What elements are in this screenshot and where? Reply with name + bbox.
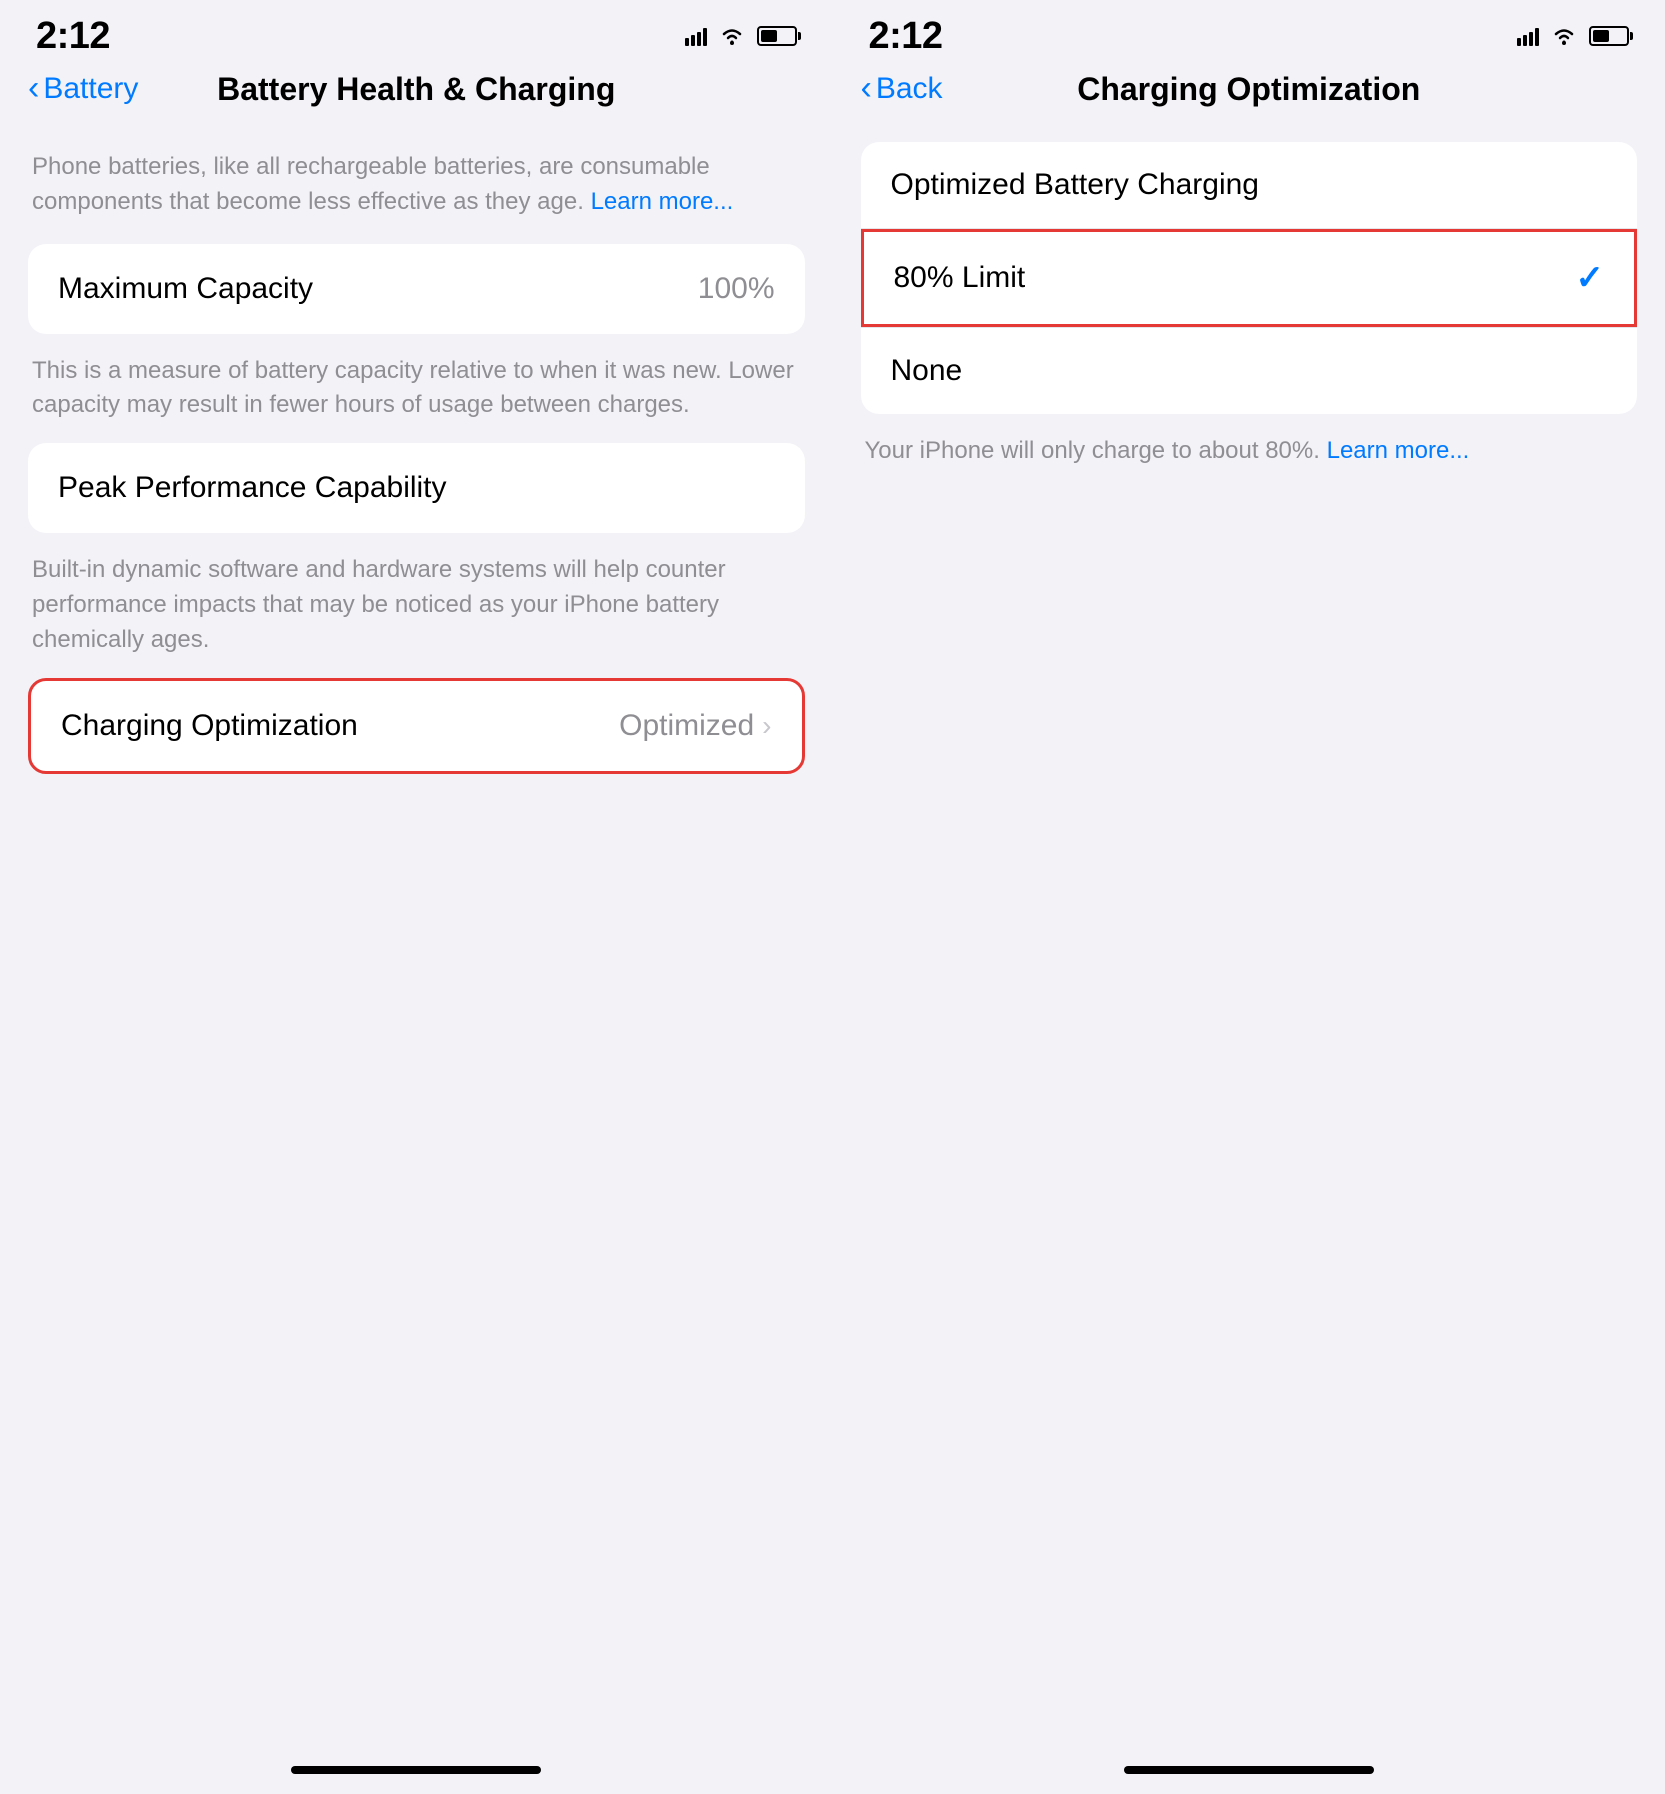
charging-options-group: Optimized Battery Charging 80% Limit ✓ N… <box>861 142 1638 414</box>
right-screen: 2:12 ‹ Back <box>833 0 1665 1794</box>
max-capacity-label: Maximum Capacity <box>58 272 313 306</box>
page-title-right: Charging Optimization <box>1077 71 1420 108</box>
signal-icon <box>685 26 707 46</box>
page-title-left: Battery Health & Charging <box>217 71 615 108</box>
wifi-icon <box>719 26 745 46</box>
charging-optimization-label: Charging Optimization <box>61 709 358 743</box>
back-label-right: Back <box>876 72 943 106</box>
signal-icon-right <box>1517 26 1539 46</box>
status-icons-left <box>685 26 797 46</box>
back-chevron-left: ‹ <box>28 71 39 105</box>
nav-bar-left: ‹ Battery Battery Health & Charging <box>0 64 833 122</box>
battery-icon <box>757 26 797 46</box>
nav-bar-right: ‹ Back Charging Optimization <box>833 64 1665 122</box>
none-option[interactable]: None <box>861 327 1638 414</box>
learn-more-link-right[interactable]: Learn more... <box>1327 437 1470 464</box>
learn-more-link-intro[interactable]: Learn more... <box>591 188 734 215</box>
limit-label: 80% Limit <box>894 261 1026 295</box>
optimized-battery-label: Optimized Battery Charging <box>891 168 1260 201</box>
status-icons-right <box>1517 26 1629 46</box>
charging-optimization-value: Optimized <box>619 709 754 743</box>
peak-performance-desc: Built-in dynamic software and hardware s… <box>28 541 805 657</box>
time-right: 2:12 <box>869 15 943 58</box>
charging-optimization-row[interactable]: Charging Optimization Optimized › <box>28 678 805 774</box>
footer-description: Your iPhone will only charge to about 80… <box>861 422 1638 469</box>
none-label: None <box>891 354 963 388</box>
back-chevron-right: ‹ <box>861 71 872 105</box>
status-bar-right: 2:12 <box>833 0 1665 64</box>
wifi-icon-right <box>1551 26 1577 46</box>
left-content: Phone batteries, like all rechargeable b… <box>0 122 833 1766</box>
checkmark-icon: ✓ <box>1576 258 1605 298</box>
peak-performance-card: Peak Performance Capability <box>28 443 805 533</box>
back-label-left: Battery <box>43 72 138 106</box>
status-bar-left: 2:12 <box>0 0 833 64</box>
maximum-capacity-card: Maximum Capacity 100% <box>28 244 805 334</box>
time-left: 2:12 <box>36 15 110 58</box>
home-indicator-right <box>1124 1766 1374 1774</box>
chevron-right-icon: › <box>762 710 771 742</box>
right-content: Optimized Battery Charging 80% Limit ✓ N… <box>833 122 1665 1766</box>
eighty-percent-limit-option[interactable]: 80% Limit ✓ <box>861 229 1638 327</box>
optimized-battery-charging-option[interactable]: Optimized Battery Charging <box>861 142 1638 229</box>
max-capacity-value: 100% <box>698 272 775 306</box>
home-indicator-left <box>291 1766 541 1774</box>
back-button-left[interactable]: ‹ Battery <box>28 72 138 106</box>
intro-text: Phone batteries, like all rechargeable b… <box>28 142 805 244</box>
peak-performance-label: Peak Performance Capability <box>58 471 447 504</box>
left-screen: 2:12 <box>0 0 833 1794</box>
back-button-right[interactable]: ‹ Back <box>861 72 943 106</box>
battery-icon-right <box>1589 26 1629 46</box>
max-capacity-desc: This is a measure of battery capacity re… <box>28 342 805 424</box>
